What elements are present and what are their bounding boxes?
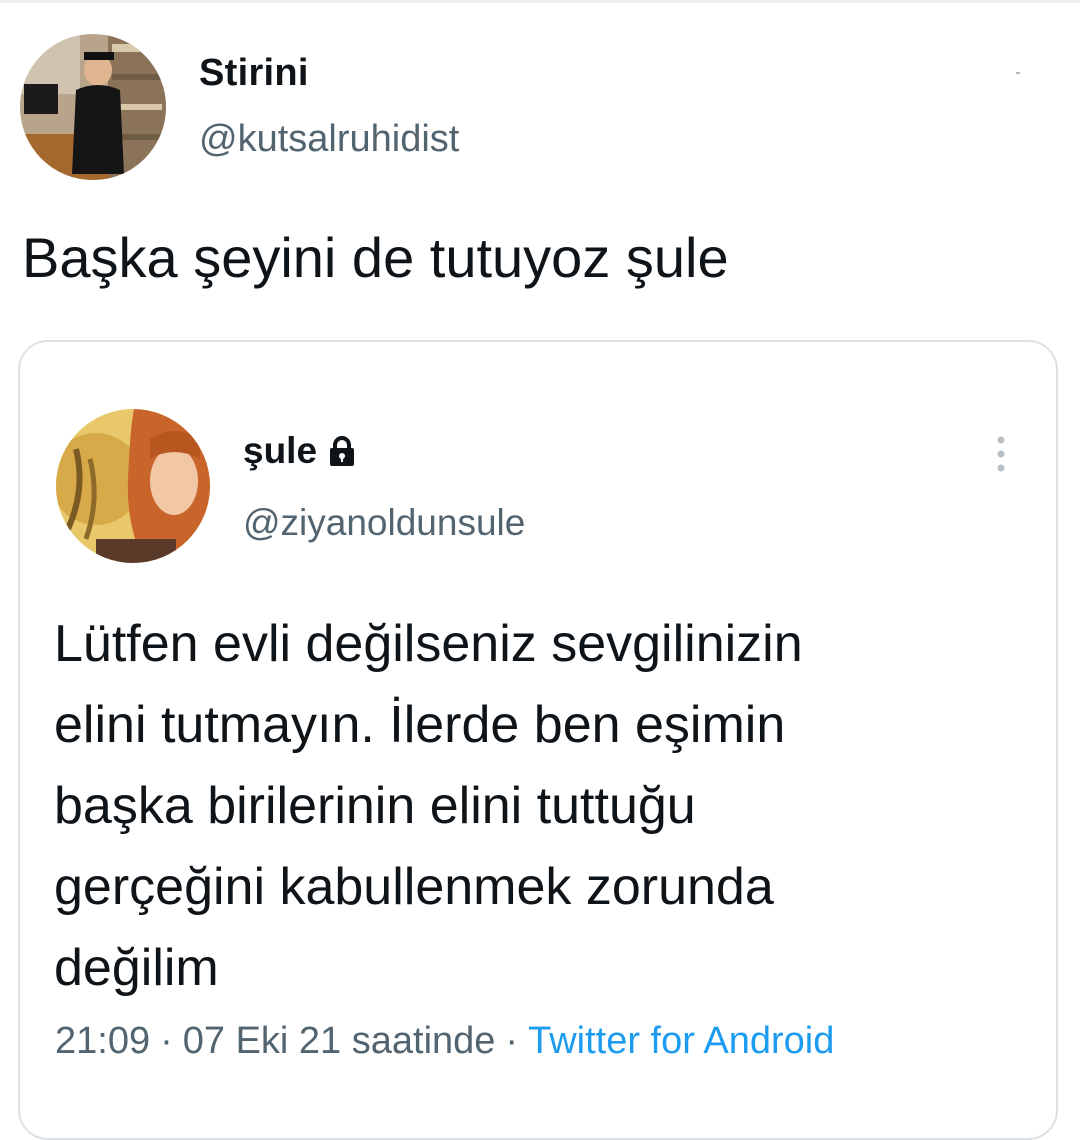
quoted-author-name[interactable]: şule xyxy=(243,430,317,472)
decorative-dot xyxy=(1016,72,1020,74)
tweet-time[interactable]: 21:09 xyxy=(55,1020,150,1062)
quoted-author-avatar[interactable] xyxy=(56,409,210,563)
quoted-author-avatar-photo xyxy=(56,409,210,563)
meta-separator: · xyxy=(160,1020,173,1062)
author-avatar[interactable] xyxy=(20,34,166,180)
tweet-meta: 21:09 · 07 Eki 21 saatinde · Twitter for And… xyxy=(55,1020,834,1063)
quoted-tweet-text: Lütfen evli değilseniz sevgilinizin elin… xyxy=(54,604,1034,1009)
quoted-tweet-text-line: başka birilerinin elini tuttuğu xyxy=(54,777,696,835)
tweet-text: Başka şeyini de tutuyoz şule xyxy=(22,226,729,289)
tweet-source-link[interactable]: Twitter for Android xyxy=(528,1020,834,1062)
tweet-date[interactable]: 07 Eki 21 saatinde xyxy=(183,1020,496,1062)
quoted-tweet-text-line: Lütfen evli değilseniz sevgilinizin xyxy=(54,615,803,673)
author-name[interactable]: Stirini xyxy=(199,52,309,95)
quoted-tweet-text-line: değilim xyxy=(54,939,219,997)
quoted-author-handle[interactable]: @ziyanoldunsule xyxy=(243,502,525,544)
author-handle[interactable]: @kutsalruhidist xyxy=(199,118,459,161)
meta-separator: · xyxy=(505,1020,519,1062)
lock-icon xyxy=(330,436,355,466)
quoted-tweet-text-line: elini tutmayın. İlerde ben eşimin xyxy=(54,696,786,754)
quoted-author-name-row[interactable]: şule xyxy=(243,430,357,472)
more-vertical-icon[interactable] xyxy=(986,432,1016,476)
quoted-tweet-text-line: gerçeğini kabullenmek zorunda xyxy=(54,858,774,916)
top-divider xyxy=(0,0,1080,3)
author-avatar-photo xyxy=(20,34,166,180)
